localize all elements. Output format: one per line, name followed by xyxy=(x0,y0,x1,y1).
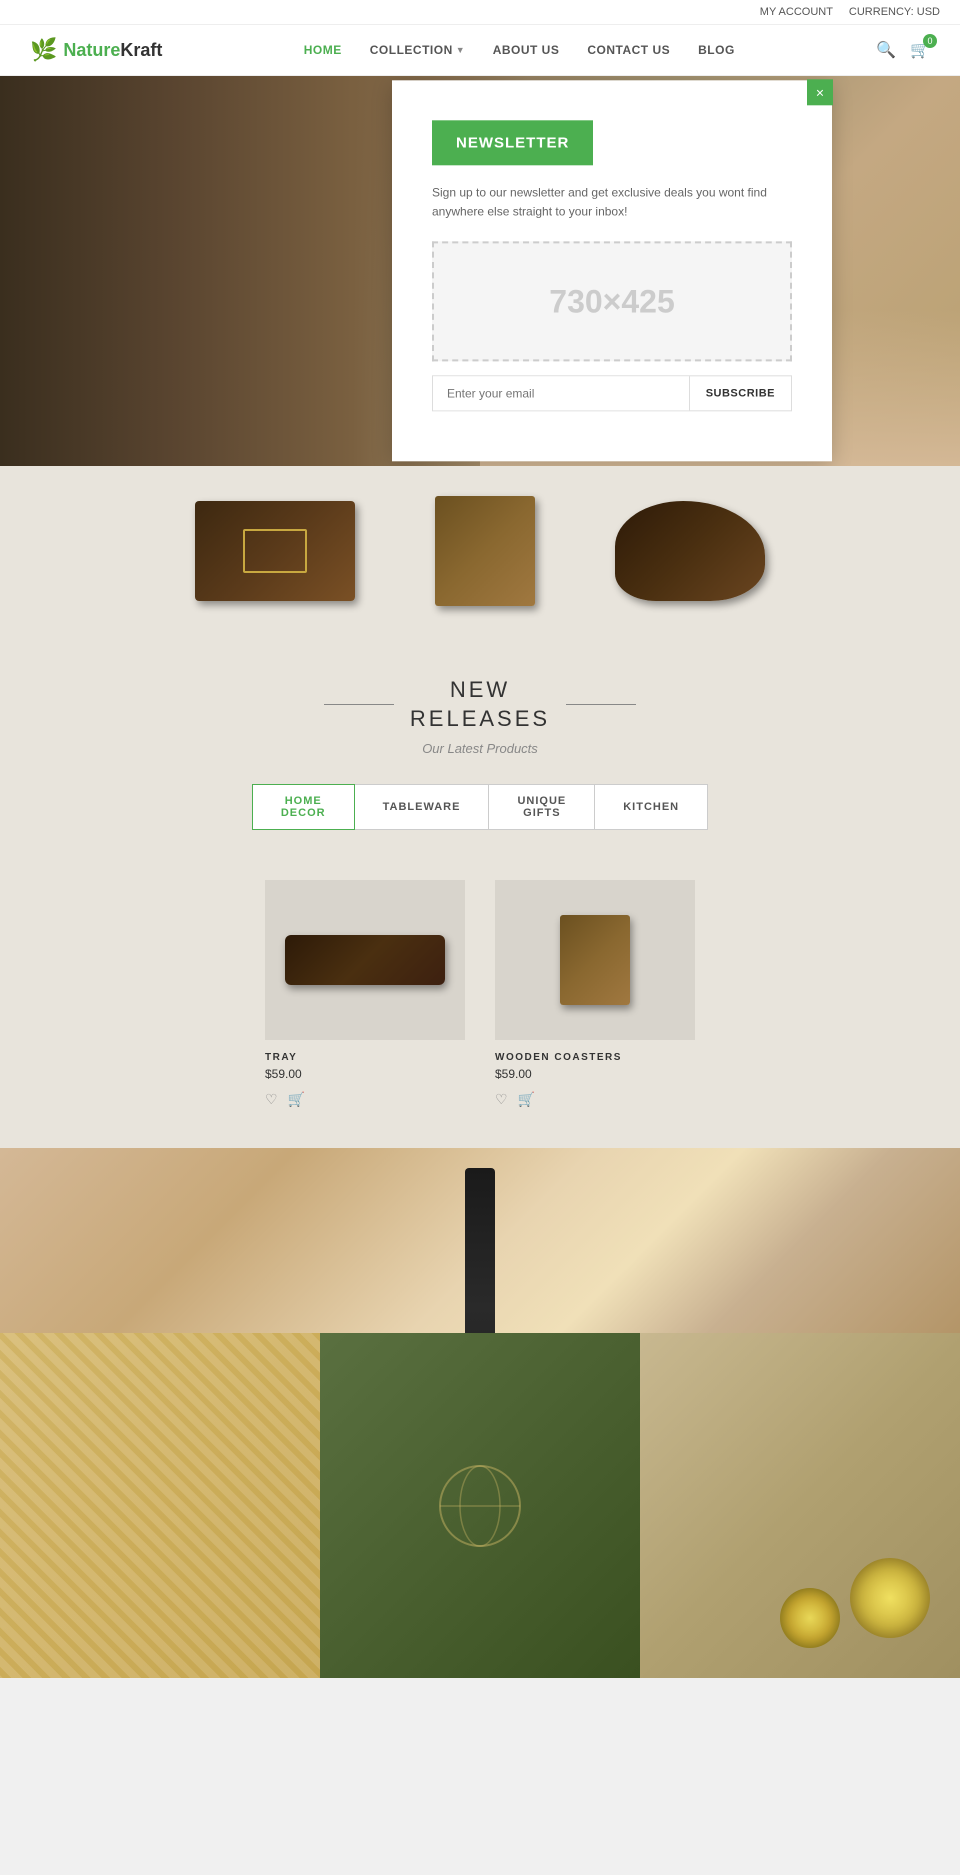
nav-about[interactable]: ABOUT US xyxy=(493,43,560,57)
cat-tab-home-decor[interactable]: HOMEDECOR xyxy=(252,784,355,830)
wishlist-icon-coasters[interactable]: ♡ xyxy=(495,1091,508,1108)
cart-icon-tray[interactable]: 🛒 xyxy=(288,1091,305,1108)
wishlist-icon-tray[interactable]: ♡ xyxy=(265,1091,278,1108)
sphere-image xyxy=(320,1333,640,1678)
email-input[interactable] xyxy=(433,377,689,411)
wood-box-image xyxy=(195,501,355,601)
products-grid: TRAY $59.00 ♡ 🛒 WOODEN COASTERS $59.00 ♡… xyxy=(0,880,960,1148)
newsletter-description: Sign up to our newsletter and get exclus… xyxy=(432,183,792,221)
product-card-coasters: WOODEN COASTERS $59.00 ♡ 🛒 xyxy=(495,880,695,1108)
my-account-link[interactable]: MY ACCOUNT xyxy=(760,6,833,18)
product-band xyxy=(0,466,960,636)
cat-tab-tableware[interactable]: TABLEWARE xyxy=(355,784,490,830)
product-coasters-image[interactable] xyxy=(495,880,695,1040)
section-title: NEW RELEASES xyxy=(20,676,940,733)
band-item-corner[interactable] xyxy=(435,496,535,606)
cat-tab-unique-gifts[interactable]: UNIQUEGIFTS xyxy=(489,784,595,830)
modal-close-button[interactable]: × xyxy=(807,79,833,105)
nav-contact[interactable]: CONTACT US xyxy=(587,43,670,57)
search-icon[interactable]: 🔍 xyxy=(876,40,896,60)
category-tabs: HOMEDECOR TABLEWARE UNIQUEGIFTS KITCHEN xyxy=(20,784,940,830)
placeholder-dimensions: 730×425 xyxy=(549,283,674,320)
cat-tab-kitchen[interactable]: KITCHEN xyxy=(595,784,708,830)
new-releases-section: NEW RELEASES Our Latest Products HOMEDEC… xyxy=(0,636,960,880)
title-line-left xyxy=(324,704,394,705)
section-heading: NEW RELEASES xyxy=(410,676,550,733)
top-bar: MY ACCOUNT CURRENCY: USD xyxy=(0,0,960,25)
section-subtitle: Our Latest Products xyxy=(20,741,940,756)
band-item-duck[interactable] xyxy=(615,501,765,601)
title-line-right xyxy=(566,704,636,705)
twine-image xyxy=(640,1333,960,1678)
newsletter-modal: × NEWSLETTER Sign up to our newsletter a… xyxy=(392,80,832,461)
logo-icon: 🌿 xyxy=(30,37,57,63)
product-tray-actions: ♡ 🛒 xyxy=(265,1091,465,1108)
cart-icon[interactable]: 🛒 0 xyxy=(910,40,930,60)
coasters-shape xyxy=(560,915,630,1005)
nav-collection[interactable]: COLLECTION xyxy=(370,43,453,57)
band-item-box[interactable] xyxy=(195,501,355,601)
header-icons: 🔍 🛒 0 xyxy=(876,40,930,60)
newsletter-modal-overlay: × NEWSLETTER Sign up to our newsletter a… xyxy=(392,80,832,461)
email-form: SUBSCRIBE xyxy=(432,376,792,412)
logo-text: NatureKraft xyxy=(63,40,162,61)
cart-icon-coasters[interactable]: 🛒 xyxy=(518,1091,535,1108)
product-coasters-price: $59.00 xyxy=(495,1067,695,1081)
rope-spool xyxy=(850,1558,930,1638)
header: 🌿 NatureKraft HOME COLLECTION ▼ ABOUT US… xyxy=(0,25,960,76)
product-coasters-actions: ♡ 🛒 xyxy=(495,1091,695,1108)
wicker-image xyxy=(0,1333,320,1678)
subscribe-button[interactable]: SUBSCRIBE xyxy=(689,377,791,411)
logo[interactable]: 🌿 NatureKraft xyxy=(30,37,162,63)
product-tray-name: TRAY xyxy=(265,1052,465,1063)
rope-spool-2 xyxy=(780,1588,840,1648)
collection-chevron-icon: ▼ xyxy=(456,45,465,55)
duck-image xyxy=(615,501,765,601)
newsletter-image-placeholder: 730×425 xyxy=(432,242,792,362)
product-tray-image[interactable] xyxy=(265,880,465,1040)
nav-blog[interactable]: BLOG xyxy=(698,43,735,57)
corner-piece-image xyxy=(435,496,535,606)
product-card-tray: TRAY $59.00 ♡ 🛒 xyxy=(265,880,465,1108)
currency-selector[interactable]: CURRENCY: USD xyxy=(849,6,940,18)
nav-collection-dropdown[interactable]: COLLECTION ▼ xyxy=(370,43,465,57)
hero-section: × NEWSLETTER Sign up to our newsletter a… xyxy=(0,76,960,466)
nav-home[interactable]: HOME xyxy=(304,43,342,57)
sphere-svg xyxy=(430,1456,530,1556)
bottom-image-grid xyxy=(0,1333,960,1678)
tray-shape xyxy=(285,935,445,985)
cart-badge: 0 xyxy=(923,34,937,48)
newsletter-header-button[interactable]: NEWSLETTER xyxy=(432,120,593,165)
workshop-banner xyxy=(0,1148,960,1678)
product-coasters-name: WOODEN COASTERS xyxy=(495,1052,695,1063)
product-tray-price: $59.00 xyxy=(265,1067,465,1081)
main-nav: HOME COLLECTION ▼ ABOUT US CONTACT US BL… xyxy=(304,43,735,57)
